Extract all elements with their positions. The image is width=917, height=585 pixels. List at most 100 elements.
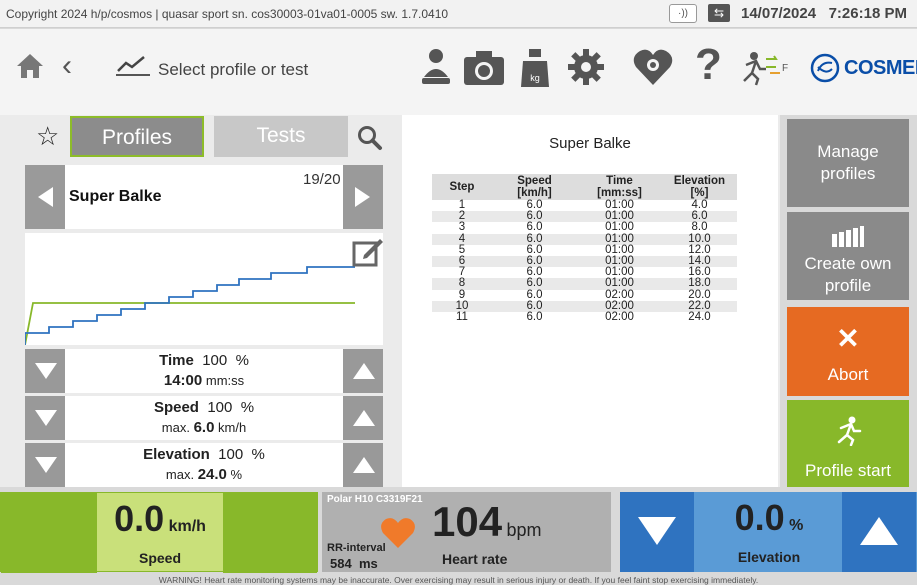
profile-start-button[interactable]: Profile start [787, 400, 909, 487]
table-header-cell: Step [432, 174, 492, 200]
table-cell: 8.0 [691, 221, 708, 234]
table-cell: 24.0 [688, 311, 711, 324]
time: 7:26:18 PM [828, 5, 907, 22]
runner-icon [837, 416, 862, 447]
speed-max-value: 6.0 [193, 419, 215, 436]
manage-line1: Manage [817, 142, 879, 161]
prev-profile-button[interactable] [25, 165, 65, 229]
camera-icon[interactable] [462, 47, 506, 87]
status-bar: Copyright 2024 h/p/cosmos | quasar sport… [0, 0, 917, 28]
table-row: 8 6.0 01:00 18.0 [432, 278, 737, 290]
elevation-max-value: 24.0 [197, 466, 227, 483]
table-header-cell: Time [mm:ss] [577, 174, 662, 200]
profile-counter: 19/20 [303, 171, 341, 188]
back-icon[interactable]: ‹ [62, 51, 72, 81]
table-row: 11 6.0 02:00 24.0 [432, 311, 737, 324]
tab-profiles[interactable]: Profiles [70, 116, 204, 157]
hr-unit: bpm [506, 520, 542, 540]
speed-caption: Speed [138, 550, 181, 566]
elevation-max-prefix: max. [165, 467, 195, 482]
create-profile-button[interactable]: Create own profile [787, 212, 909, 300]
profile-graph [24, 233, 383, 346]
elevation-up-button[interactable] [842, 492, 916, 572]
heart-gear-icon[interactable] [632, 47, 674, 87]
signal-icon: ·)) [669, 4, 697, 23]
rr-interval-value: 584 [330, 556, 352, 571]
favorite-star-icon[interactable]: ☆ [36, 123, 59, 149]
header-label: Time [606, 175, 633, 187]
runner-direction-icon[interactable]: F [740, 51, 792, 87]
brand-name: COSMED [844, 56, 917, 79]
datetime: 14/07/2024 7:26:18 PM [741, 5, 907, 22]
abort-button[interactable]: ✕ Abort [787, 307, 909, 396]
speed-max-prefix: max. [161, 420, 190, 435]
next-profile-button[interactable] [343, 165, 383, 229]
search-icon[interactable] [357, 125, 383, 151]
speed-control: Speed 100 % max. 6.0 km/h [25, 396, 383, 440]
hr-value: 104 [432, 498, 503, 545]
time-increase-button[interactable] [343, 349, 383, 393]
speed-max-unit: km/h [218, 420, 247, 435]
create-line1: Create own [804, 254, 892, 273]
heart-rate-display: Polar H10 C3319F21 RR-interval 584 ms 10… [322, 492, 611, 572]
bars-icon [832, 226, 864, 247]
page-title: Select profile or test [158, 60, 309, 79]
table-cell: 02:00 [605, 311, 634, 324]
table-cell: 3 [458, 221, 466, 234]
time-label: Time [159, 352, 194, 369]
triangle-up-icon [353, 410, 375, 426]
manage-profiles-button[interactable]: Manage profiles [787, 119, 909, 207]
speed-profile-line [24, 302, 355, 346]
elevation-label: Elevation [143, 446, 210, 463]
table-title: Super Balke [549, 135, 631, 152]
profile-selector: Super Balke 19/20 [25, 165, 383, 229]
time-percent: 100 [202, 352, 228, 369]
speed-left-panel[interactable] [1, 493, 97, 573]
table-cell: 6.0 [492, 278, 577, 290]
time-value: 14:00 [163, 372, 203, 389]
header-unit: [%] [690, 187, 709, 199]
header-label: Step [449, 181, 475, 193]
elevation-down-button[interactable] [620, 492, 694, 572]
usb-icon: ⇆ [708, 4, 730, 22]
live-values-bar: 0.0 km/h Speed Polar H10 C3319F21 RR-int… [0, 487, 917, 585]
elevation-value: 0.0 [734, 497, 785, 538]
rr-interval-unit: ms [358, 556, 378, 571]
time-unit: mm:ss [205, 373, 245, 388]
date: 14/07/2024 [741, 5, 817, 22]
create-line2: profile [824, 276, 872, 295]
speed-increase-button[interactable] [343, 396, 383, 440]
header-unit: [mm:ss] [597, 187, 642, 199]
help-icon[interactable]: ? [695, 43, 722, 87]
hr-warning-text: WARNING! Heart rate monitoring systems m… [158, 575, 759, 585]
hr-caption: Heart rate [442, 551, 508, 567]
triangle-up-icon [353, 363, 375, 379]
speed-label: Speed [153, 399, 199, 416]
direction-label: F [782, 63, 788, 74]
elevation-max-unit: % [230, 467, 243, 482]
steps-table: Step Speed [km/h] Time [mm:ss] Elevation [%] 1… [432, 174, 737, 323]
kg-label: kg [530, 73, 540, 83]
home-icon[interactable] [16, 53, 44, 79]
weight-kg-icon[interactable]: kg [520, 47, 550, 89]
gear-icon[interactable] [566, 47, 606, 87]
table-cell: 01:00 [577, 278, 662, 290]
triangle-down-icon [638, 517, 676, 545]
speed-value: 0.0 [114, 498, 165, 539]
speed-percent-unit: % [240, 399, 255, 416]
table-header-cell: Speed [km/h] [492, 174, 577, 200]
profile-name: Super Balke [69, 188, 162, 205]
time-control: Time 100 % 14:00 mm:ss [25, 349, 383, 393]
header-label: Elevation [673, 175, 726, 187]
table-cell: 6.0 [526, 221, 543, 234]
edit-icon[interactable] [352, 235, 384, 267]
chevron-right-icon [355, 187, 370, 207]
user-scale-icon[interactable] [420, 47, 452, 87]
close-icon: ✕ [836, 323, 860, 354]
elevation-control: Elevation 100 % max. 24.0 % [25, 443, 383, 487]
elevation-increase-button[interactable] [343, 443, 383, 487]
elevation-profile-line [24, 266, 355, 345]
speed-unit: km/h [168, 518, 206, 535]
speed-right-panel[interactable] [223, 493, 317, 573]
tab-tests[interactable]: Tests [214, 116, 348, 157]
